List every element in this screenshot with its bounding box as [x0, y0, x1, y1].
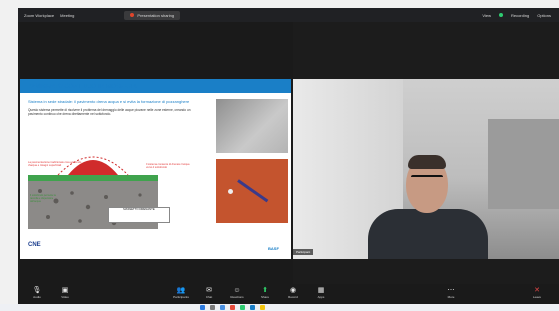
options-control[interactable]: Options: [537, 13, 551, 18]
participants-icon: 👥: [176, 287, 186, 294]
status-green-icon: [498, 13, 503, 17]
record-icon: ◉: [289, 287, 297, 294]
leave-icon: ✕: [534, 287, 540, 294]
search-icon[interactable]: [210, 305, 215, 310]
chat-icon: ✉: [206, 287, 212, 294]
video-icon: ▣: [61, 287, 69, 294]
leave-button[interactable]: ✕ Leave: [524, 286, 550, 299]
presentation-slide: PAVIMENTO CONTINUO IN BIOSFERA Sistema i…: [20, 79, 291, 259]
share-button[interactable]: ⬆ Share: [252, 286, 278, 299]
meeting-label[interactable]: Meeting: [60, 13, 74, 18]
brand-logo: BASF: [268, 246, 279, 251]
participant-video[interactable]: Participant: [293, 79, 559, 259]
mic-icon: 🎙: [32, 287, 42, 294]
store-icon[interactable]: [240, 305, 245, 310]
titlebar-controls: View Recording Options: [482, 13, 551, 18]
more-icon: ⋯: [447, 287, 455, 294]
video-label: Video: [61, 295, 69, 299]
app-name: Zoom Workplace: [24, 12, 55, 18]
files-icon[interactable]: [220, 305, 225, 310]
share-label: Share: [260, 295, 269, 299]
slide-body-text: Questo sistema permette di risolvere il …: [28, 108, 191, 117]
start-icon[interactable]: [200, 305, 205, 310]
slide-subtitle: Sistema in sede stradale: il pavimento d…: [28, 99, 190, 104]
slide-title: PAVIMENTO CONTINUO IN BIOSFERA: [28, 84, 137, 90]
participant-hair: [408, 155, 446, 169]
spot-shape: [228, 189, 233, 194]
meeting-toolbar: 🎙 Audio ▣ Video 👥 Participants ✉ Chat ☺ …: [18, 284, 559, 304]
share-icon: ⬆: [262, 287, 268, 294]
left-note: La pavimentazione tradizionale crea accu…: [28, 161, 82, 168]
participant-name-tag: Participant: [293, 249, 314, 255]
share-tab-label: Presentation sharing: [137, 12, 175, 18]
recording-control[interactable]: Recording: [511, 13, 529, 18]
share-tab[interactable]: Presentation sharing: [124, 10, 181, 20]
os-taskbar: [0, 304, 559, 311]
reactions-label: Reactions: [230, 295, 244, 299]
apps-button[interactable]: ▦ Apps: [308, 286, 334, 299]
apps-label: Apps: [317, 295, 325, 299]
more-label: More: [447, 295, 455, 299]
chat-label: Chat: [205, 295, 213, 299]
record-button[interactable]: ◉ Record: [280, 286, 306, 299]
background-shelf: [488, 119, 559, 209]
tool-photo: [216, 159, 288, 223]
glasses-icon: [411, 175, 443, 183]
record-indicator-icon: [130, 13, 135, 17]
participant-body: [368, 209, 488, 259]
grass-layer: [28, 175, 158, 181]
view-control[interactable]: View: [482, 13, 491, 18]
browser-icon[interactable]: [230, 305, 235, 310]
company-logo: CNE: [28, 242, 41, 248]
chat-button[interactable]: ✉ Chat: [196, 286, 222, 299]
participants-label: Participants: [173, 295, 189, 299]
apps-icon: ▦: [317, 287, 325, 294]
participants-button[interactable]: 👥 Participants: [168, 286, 194, 299]
reactions-icon: ☺: [233, 287, 241, 294]
side-note: Il sottofondo permette la raccolta e dis…: [30, 194, 56, 204]
video-button[interactable]: ▣ Video: [52, 286, 78, 299]
meeting-window: PAVIMENTO CONTINUO IN BIOSFERA Sistema i…: [18, 22, 559, 284]
right-note: Il sistema consente di drenare l'acqua v…: [146, 163, 190, 170]
concrete-photo: [216, 99, 288, 153]
shared-screen-area: PAVIMENTO CONTINUO IN BIOSFERA Sistema i…: [18, 22, 293, 284]
window-titlebar: Zoom Workplace Meeting Presentation shar…: [18, 8, 559, 22]
mic-label: Audio: [33, 295, 41, 299]
zoom-taskbar-icon[interactable]: [250, 305, 255, 310]
leave-label: Leave: [532, 295, 542, 299]
more-button[interactable]: ⋯ More: [438, 286, 464, 299]
drain-label-box: MASSETTO DRENANTE: [108, 207, 170, 223]
reactions-button[interactable]: ☺ Reactions: [224, 286, 250, 299]
record-label: Record: [288, 295, 298, 299]
trowel-shape: [237, 179, 269, 203]
mic-button[interactable]: 🎙 Audio: [24, 286, 50, 299]
folder-icon[interactable]: [260, 305, 265, 310]
